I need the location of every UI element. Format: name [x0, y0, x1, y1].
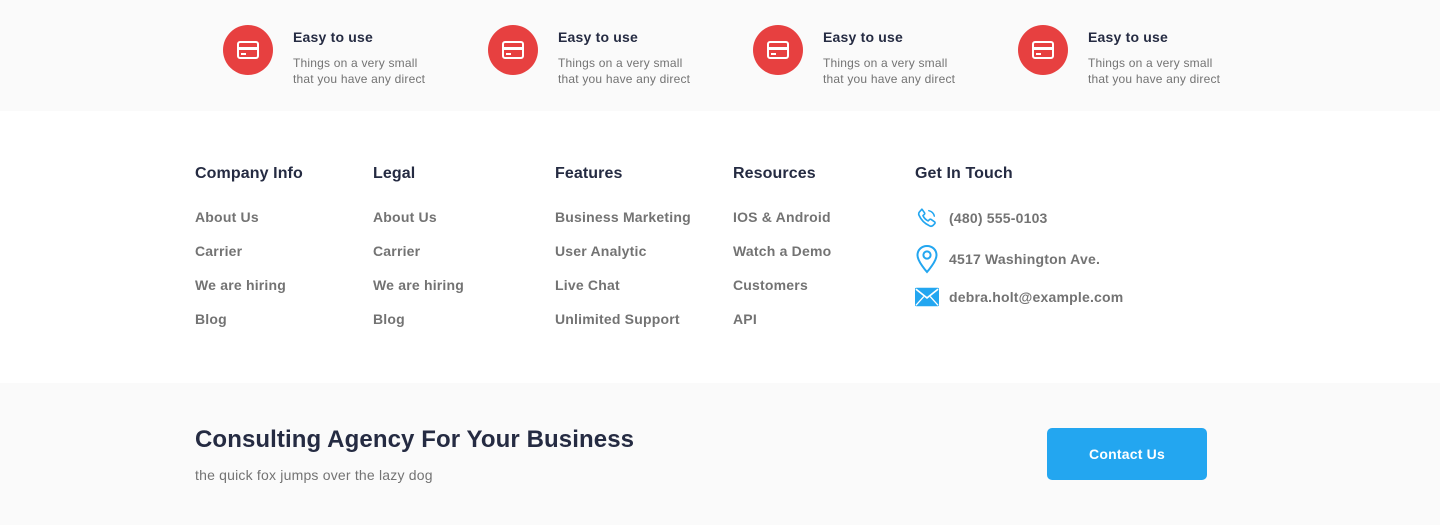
column-title: Resources: [733, 165, 816, 182]
contact-phone-text: (480) 555-0103: [949, 210, 1048, 226]
feature-card: Easy to use Things on a very small that …: [1018, 25, 1278, 95]
contact-address-text: 4517 Washington Ave.: [949, 251, 1101, 267]
contact-email[interactable]: debra.holt@example.com: [915, 287, 1123, 307]
cta-section: Consulting Agency For Your Business the …: [0, 383, 1440, 525]
column-title: Features: [555, 165, 623, 182]
feature-description: Things on a very small that you have any…: [558, 56, 691, 86]
footer-link[interactable]: Carrier: [195, 242, 303, 276]
column-title: Legal: [373, 165, 416, 182]
mail-icon: [915, 287, 939, 307]
phone-icon: [915, 207, 939, 229]
footer-column-resources: Resources IOS & Android Watch a Demo Cus…: [733, 165, 831, 344]
features-strip: Easy to use Things on a very small that …: [0, 0, 1440, 111]
footer-column-features: Features Business Marketing User Analyti…: [555, 165, 691, 344]
footer-link[interactable]: Blog: [373, 310, 464, 344]
feature-title: Easy to use: [823, 29, 904, 45]
cta-subtitle: the quick fox jumps over the lazy dog: [195, 467, 433, 483]
credit-card-icon: [1018, 25, 1068, 75]
footer-column-contact: Get In Touch (480) 555-0103 4517 Washing…: [915, 165, 1175, 365]
feature-title: Easy to use: [1088, 29, 1169, 45]
footer-links-section: Company Info About Us Carrier We are hir…: [0, 111, 1440, 383]
footer-link[interactable]: Carrier: [373, 242, 464, 276]
footer-link[interactable]: Live Chat: [555, 276, 691, 310]
credit-card-icon: [488, 25, 538, 75]
feature-description: Things on a very small that you have any…: [823, 56, 956, 86]
footer-link[interactable]: We are hiring: [373, 276, 464, 310]
column-title: Get In Touch: [915, 165, 1013, 182]
feature-card: Easy to use Things on a very small that …: [488, 25, 748, 95]
footer-link[interactable]: Watch a Demo: [733, 242, 831, 276]
location-pin-icon: [915, 244, 939, 274]
contact-us-button[interactable]: Contact Us: [1047, 428, 1207, 480]
feature-title: Easy to use: [293, 29, 374, 45]
credit-card-icon: [223, 25, 273, 75]
footer-link[interactable]: Blog: [195, 310, 303, 344]
feature-card: Easy to use Things on a very small that …: [753, 25, 1013, 95]
footer-column-company-info: Company Info About Us Carrier We are hir…: [195, 165, 303, 344]
cta-title: Consulting Agency For Your Business: [195, 426, 635, 453]
footer-link[interactable]: IOS & Android: [733, 208, 831, 242]
contact-phone[interactable]: (480) 555-0103: [915, 207, 1048, 229]
footer-link[interactable]: We are hiring: [195, 276, 303, 310]
footer-link[interactable]: About Us: [373, 208, 464, 242]
contact-email-text: debra.holt@example.com: [949, 289, 1124, 305]
footer-link[interactable]: About Us: [195, 208, 303, 242]
footer-link[interactable]: Business Marketing: [555, 208, 691, 242]
column-title: Company Info: [195, 165, 303, 182]
footer-link[interactable]: API: [733, 310, 831, 344]
contact-address[interactable]: 4517 Washington Ave.: [915, 244, 1100, 274]
footer-link[interactable]: Unlimited Support: [555, 310, 691, 344]
feature-title: Easy to use: [558, 29, 639, 45]
feature-description: Things on a very small that you have any…: [293, 56, 426, 86]
credit-card-icon: [753, 25, 803, 75]
footer-column-legal: Legal About Us Carrier We are hiring Blo…: [373, 165, 464, 344]
feature-description: Things on a very small that you have any…: [1088, 56, 1221, 86]
feature-card: Easy to use Things on a very small that …: [223, 25, 483, 95]
footer-link[interactable]: Customers: [733, 276, 831, 310]
footer-link[interactable]: User Analytic: [555, 242, 691, 276]
